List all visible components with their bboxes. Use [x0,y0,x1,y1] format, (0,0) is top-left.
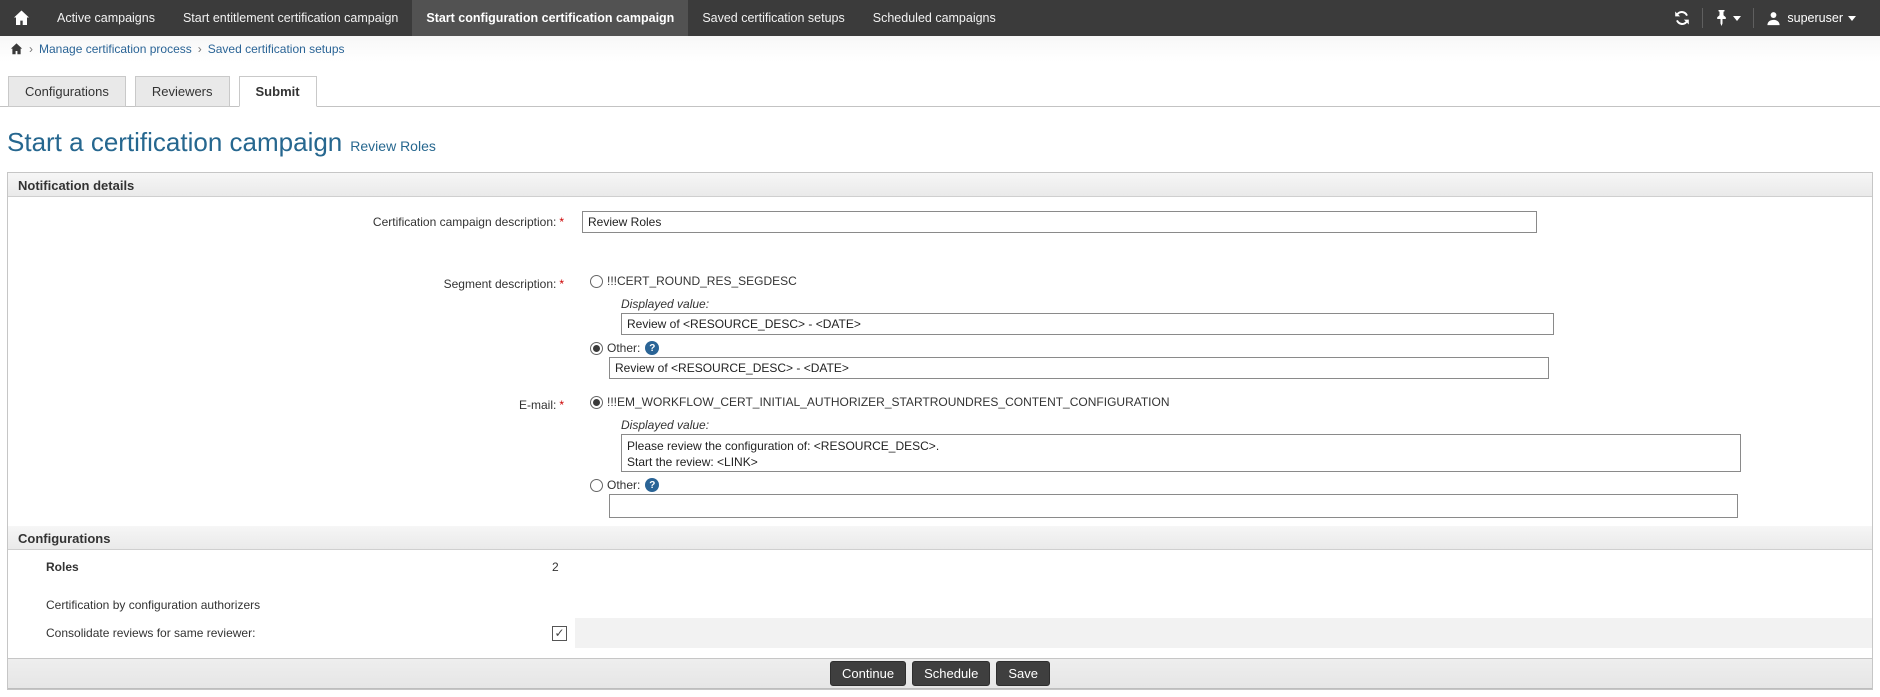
help-icon[interactable]: ? [645,478,659,492]
email-label: E-mail:* [8,394,582,518]
roles-label: Roles [8,560,552,574]
help-icon[interactable]: ? [645,341,659,355]
segment-other-option-row: Other: ? [590,340,1872,356]
breadcrumb-home-icon [10,43,23,55]
breadcrumb-link-manage-certification[interactable]: Manage certification process [39,42,192,56]
segment-other-input[interactable] [609,357,1549,379]
certification-by-authorizers-label: Certification by configuration authorize… [8,598,552,612]
save-button[interactable]: Save [996,661,1050,686]
action-button-bar: Continue Schedule Save [8,658,1872,689]
email-other-input[interactable] [609,494,1738,518]
segment-other-label: Other: [607,341,640,355]
breadcrumb: › Manage certification process › Saved c… [0,36,1880,62]
nav-item-start-configuration-campaign[interactable]: Start configuration certification campai… [412,0,688,36]
required-asterisk: * [559,277,564,291]
email-other-label: Other: [607,478,640,492]
nav-item-start-entitlement-campaign[interactable]: Start entitlement certification campaign [169,0,412,36]
nav-item-scheduled-campaigns[interactable]: Scheduled campaigns [859,0,1010,36]
page-subtitle: Review Roles [350,138,436,154]
consolidate-row: Consolidate reviews for same reviewer: [8,618,1872,648]
user-icon [1766,11,1781,26]
row-spacer [8,648,1872,658]
tab-submit[interactable]: Submit [239,76,317,107]
refresh-button[interactable] [1662,0,1702,36]
page-title: Start a certification campaign [7,127,342,158]
nav-item-saved-certification-setups[interactable]: Saved certification setups [688,0,858,36]
pin-icon [1715,10,1728,26]
notification-details-section-header: Notification details [8,173,1872,197]
roles-count: 2 [552,560,559,574]
breadcrumb-link-saved-setups[interactable]: Saved certification setups [208,42,345,56]
campaign-description-input[interactable] [582,211,1537,233]
home-icon [13,10,30,26]
required-asterisk: * [559,398,564,412]
topnav-right: superuser [1662,0,1880,36]
segment-key-option-label: !!!CERT_ROUND_RES_SEGDESC [607,274,797,288]
segment-key-option-row: !!!CERT_ROUND_RES_SEGDESC [590,273,1872,289]
email-other-option-row: Other: ? [590,477,1872,493]
segment-description-label: Segment description:* [8,273,582,379]
segment-displayed-value-input [621,313,1554,335]
segment-key-radio[interactable] [590,275,603,288]
row-stripe [575,618,1872,648]
breadcrumb-separator: › [198,42,202,56]
required-asterisk: * [559,215,564,229]
campaign-description-row: Certification campaign description:* [8,211,1872,233]
segment-description-row: Segment description:* !!!CERT_ROUND_RES_… [8,273,1872,379]
campaign-form-panel: Notification details Certification campa… [7,172,1873,690]
segment-other-radio[interactable] [590,342,603,355]
campaign-description-label: Certification campaign description:* [8,211,582,233]
tab-configurations[interactable]: Configurations [8,76,126,107]
email-other-radio[interactable] [590,479,603,492]
email-key-radio[interactable] [590,396,603,409]
refresh-icon [1674,10,1690,26]
schedule-button[interactable]: Schedule [912,661,990,686]
segment-displayed-value-label: Displayed value: [621,297,1872,311]
tab-reviewers[interactable]: Reviewers [135,76,230,107]
app-topnav: Active campaigns Start entitlement certi… [0,0,1880,36]
notification-details-form: Certification campaign description:* Seg… [8,197,1872,526]
certification-by-row: Certification by configuration authorize… [8,592,1872,618]
consolidate-label: Consolidate reviews for same reviewer: [8,626,552,640]
tab-bar: Configurations Reviewers Submit [0,75,1880,107]
username-label: superuser [1787,11,1843,25]
chevron-down-icon [1733,16,1741,21]
email-row: E-mail:* !!!EM_WORKFLOW_CERT_INITIAL_AUT… [8,394,1872,518]
email-key-option-label: !!!EM_WORKFLOW_CERT_INITIAL_AUTHORIZER_S… [607,395,1170,409]
continue-button[interactable]: Continue [830,661,906,686]
email-displayed-value-textarea: Please review the configuration of: <RES… [621,434,1741,472]
title-row: Start a certification campaign Review Ro… [7,127,1880,158]
email-displayed-value-label: Displayed value: [621,418,1872,432]
user-menu-button[interactable]: superuser [1754,0,1868,36]
roles-row: Roles 2 [8,550,1872,584]
nav-item-active-campaigns[interactable]: Active campaigns [43,0,169,36]
breadcrumb-home-link[interactable] [10,43,23,55]
chevron-down-icon [1848,16,1856,21]
home-button[interactable] [0,0,43,36]
configurations-section-header: Configurations [8,526,1872,550]
email-key-option-row: !!!EM_WORKFLOW_CERT_INITIAL_AUTHORIZER_S… [590,394,1872,410]
configurations-block: Roles 2 Certification by configuration a… [8,550,1872,658]
row-spacer [8,584,1872,592]
pin-menu-button[interactable] [1703,0,1753,36]
breadcrumb-separator: › [29,42,33,56]
consolidate-checkbox[interactable] [552,626,567,641]
